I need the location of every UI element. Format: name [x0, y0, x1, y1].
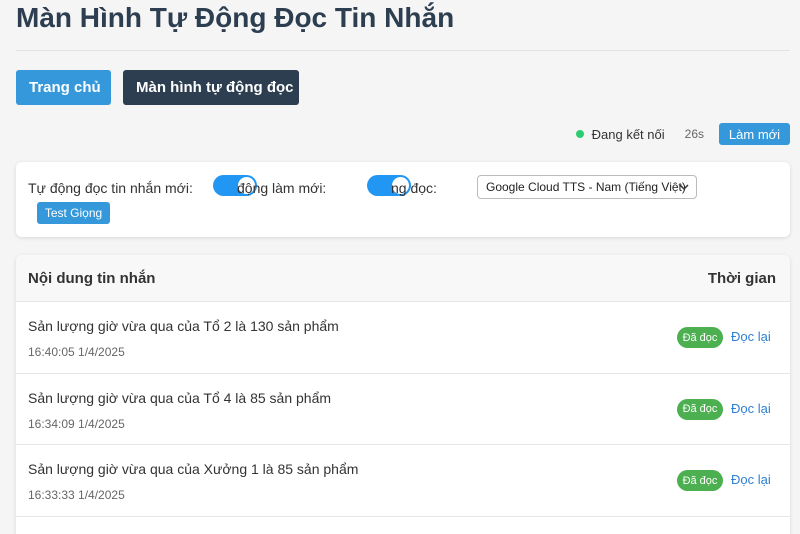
voice-label: ng đọc: [391, 180, 437, 196]
read-status-badge: Đã đọc [677, 470, 723, 491]
read-status-badge: Đã đọc [677, 398, 723, 420]
home-button[interactable]: Trang chủ [16, 70, 111, 105]
auto-read-screen-button[interactable]: Màn hình tự động đọc [123, 70, 299, 105]
column-header-time: Thời gian [707, 270, 776, 287]
connection-status: Đang kết nối 26s [575, 123, 704, 145]
voice-select[interactable]: Google Cloud TTS - Nam (Tiếng Việt) [477, 175, 697, 199]
reread-link[interactable]: Đọc lại [731, 329, 771, 344]
status-dot-icon [575, 130, 584, 138]
auto-refresh-label: động làm mới: [237, 180, 327, 196]
column-header-content: Nội dung tin nhắn [28, 270, 156, 287]
message-time: 16:34:09 1/4/2025 [28, 416, 125, 431]
page-title: Màn Hình Tự Động Đọc Tin Nhắn [16, 2, 455, 33]
table-row: Sản lượng giờ vừa qua của Xưởng 1 là 85 … [16, 445, 790, 517]
chevron-down-icon [679, 184, 689, 191]
messages-table: Nội dung tin nhắn Thời gian Sản lượng gi… [16, 255, 790, 534]
settings-panel: Tự động đọc tin nhắn mới: động làm mới: … [16, 162, 790, 237]
test-voice-button[interactable]: Test Giọng [37, 202, 110, 224]
voice-select-value: Google Cloud TTS - Nam (Tiếng Việt) [486, 180, 686, 194]
message-time: 16:40:05 1/4/2025 [28, 345, 125, 359]
table-row: Sản lượng giờ vừa qua của Tổ 4 là 85 sản… [16, 374, 790, 445]
title-divider [16, 50, 790, 51]
page: Màn Hình Tự Động Đọc Tin Nhắn Trang chủ … [0, 0, 800, 534]
reread-link[interactable]: Đọc lại [731, 401, 771, 416]
table-header: Nội dung tin nhắn Thời gian [16, 255, 790, 302]
auto-read-label: Tự động đọc tin nhắn mới: [28, 180, 193, 196]
message-text: Sản lượng giờ vừa qua của Tổ 2 là 130 sả… [28, 318, 339, 334]
message-time: 16:33:33 1/4/2025 [28, 488, 125, 502]
table-row: Sản lượng giờ vừa qua của Tổ 2 là 130 sả… [16, 302, 790, 374]
status-text: Đang kết nối [591, 126, 665, 142]
read-status-badge: Đã đọc [677, 327, 723, 348]
refresh-button[interactable]: Làm mới [719, 123, 790, 145]
message-text: Sản lượng giờ vừa qua của Xưởng 1 là 85 … [28, 461, 359, 477]
reread-link[interactable]: Đọc lại [731, 472, 771, 487]
refresh-countdown: 26s [684, 127, 704, 141]
message-text: Sản lượng giờ vừa qua của Tổ 4 là 85 sản… [28, 389, 332, 406]
